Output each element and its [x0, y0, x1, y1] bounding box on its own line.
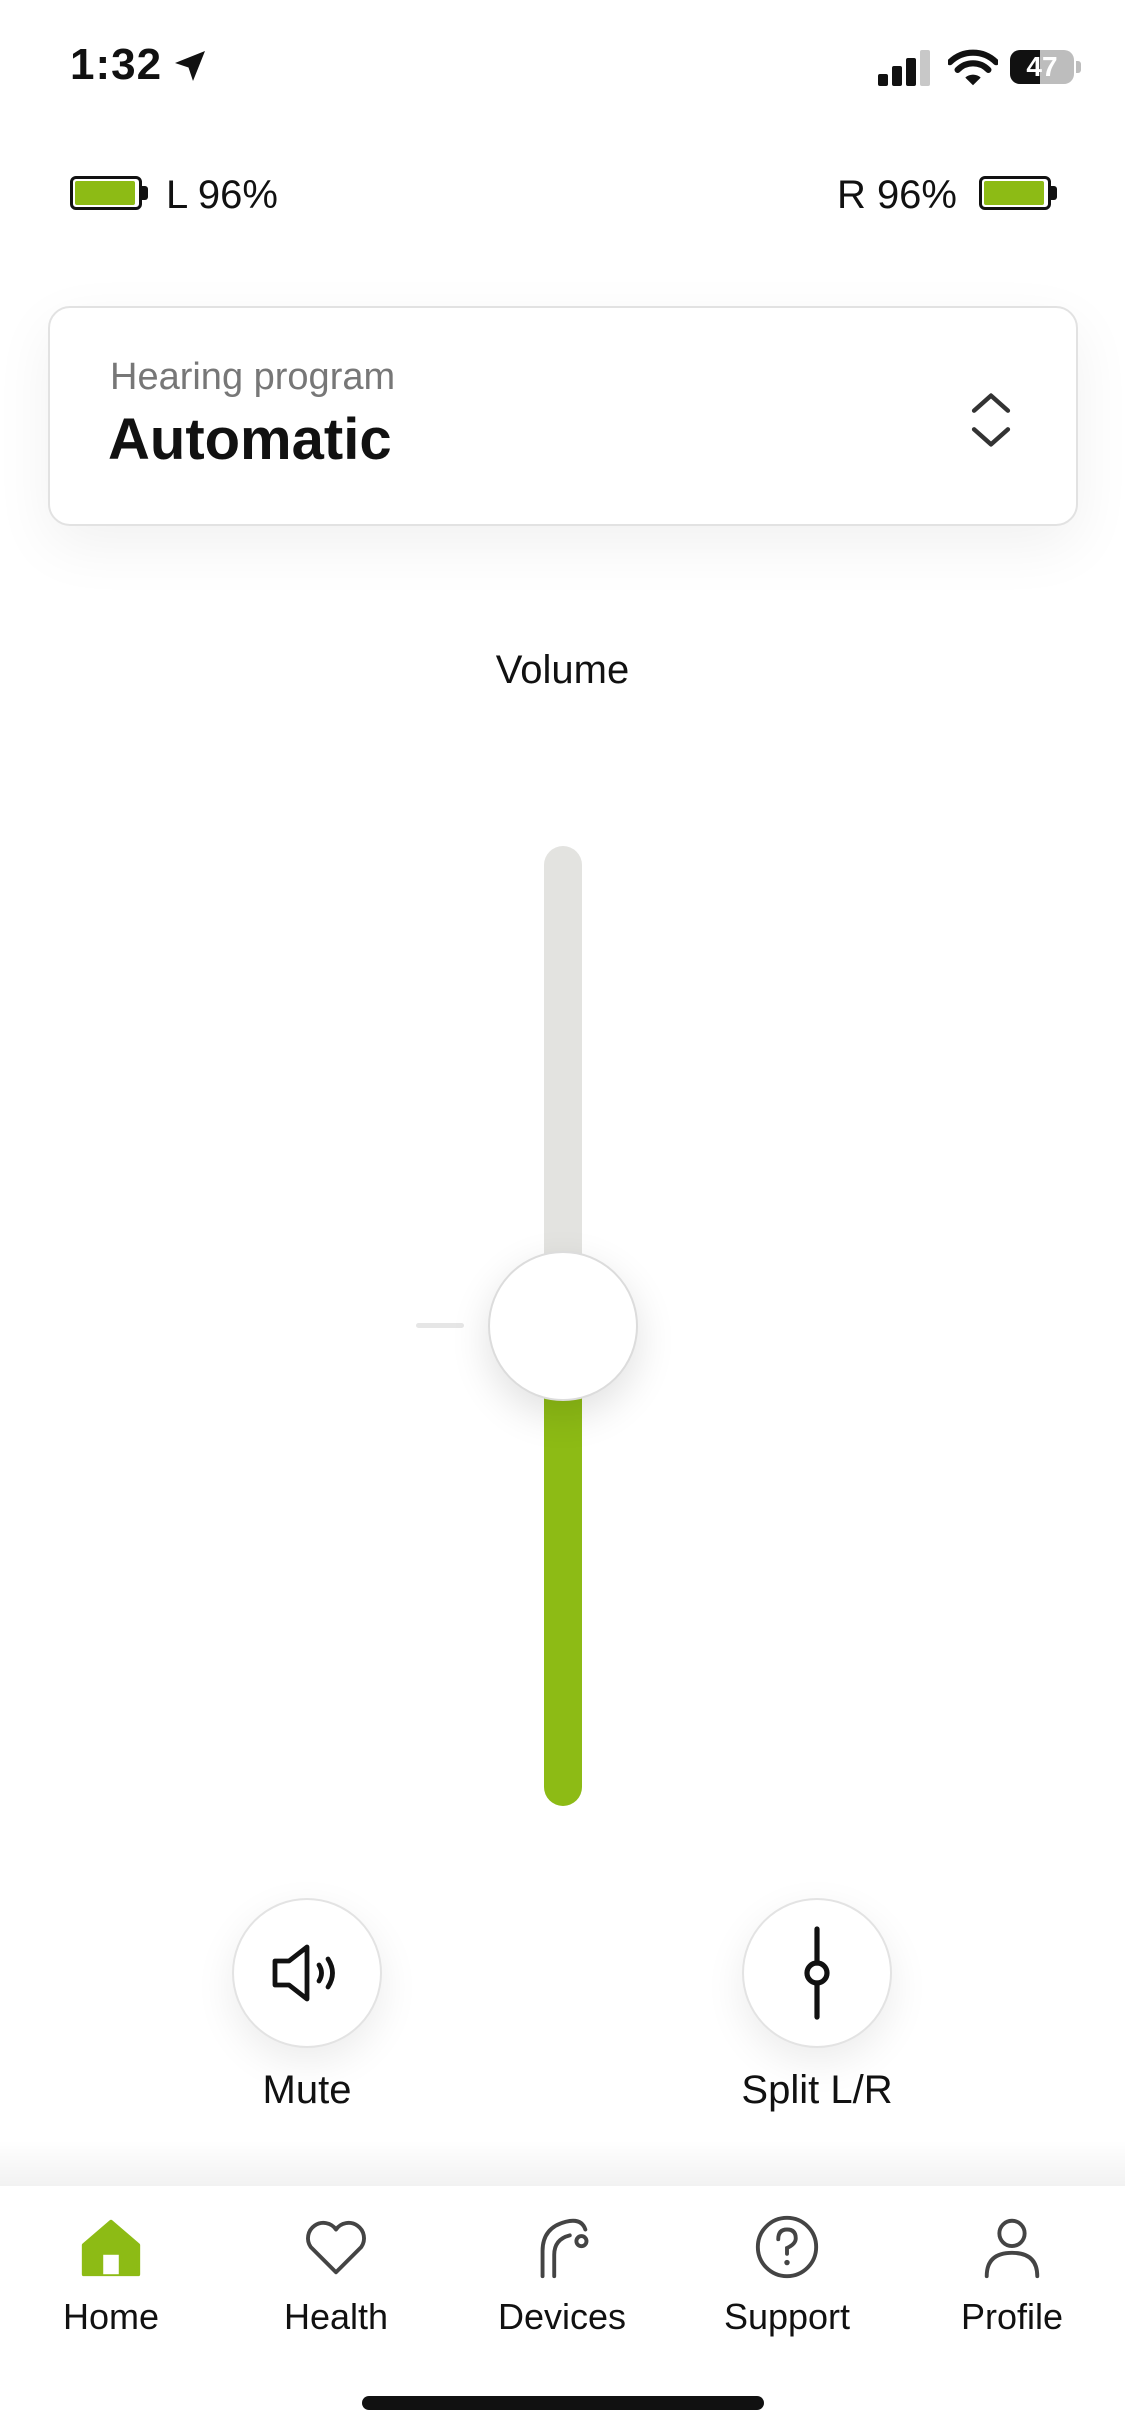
- split-lr-label: Split L/R: [741, 2068, 893, 2112]
- hearing-aid-icon: [540, 2218, 589, 2279]
- heart-icon: [306, 2220, 366, 2275]
- tab-profile[interactable]: Profile: [922, 2212, 1102, 2338]
- person-icon: [984, 2218, 1040, 2279]
- hearing-program-value: Automatic: [108, 407, 392, 472]
- tab-health-label: Health: [283, 2296, 389, 2337]
- left-aid-battery-label: L 96%: [166, 172, 278, 217]
- tab-profile-label: Profile: [960, 2296, 1064, 2337]
- tab-devices[interactable]: Devices: [472, 2212, 652, 2338]
- left-battery-level: [75, 181, 135, 205]
- right-aid-battery-status: R 96%: [837, 172, 1059, 218]
- split-slider-icon: [804, 1926, 830, 2020]
- right-aid-battery-label: R 96%: [836, 172, 957, 217]
- phone-battery-icon: 47: [1010, 50, 1082, 86]
- question-icon: [755, 2215, 819, 2279]
- battery-icon: [979, 176, 1059, 214]
- status-time: 1:32: [70, 40, 163, 89]
- volume-default-marker: [416, 1323, 464, 1328]
- volume-slider-thumb[interactable]: [488, 1251, 638, 1401]
- nav-divider: [0, 2140, 1125, 2186]
- speaker-icon: [272, 1944, 335, 2002]
- split-lr-button[interactable]: [742, 1898, 892, 2048]
- mute-button[interactable]: [232, 1898, 382, 2048]
- tab-home[interactable]: Home: [21, 2212, 201, 2338]
- wifi-icon: [948, 49, 998, 86]
- tab-support[interactable]: Support: [697, 2212, 877, 2338]
- location-arrow-icon: [175, 51, 205, 81]
- tab-support-label: Support: [723, 2296, 851, 2337]
- home-indicator: [362, 2396, 764, 2410]
- battery-icon: [70, 176, 150, 214]
- tab-health[interactable]: Health: [246, 2212, 426, 2338]
- tab-devices-label: Devices: [497, 2296, 627, 2337]
- tab-home-label: Home: [62, 2296, 160, 2337]
- left-aid-battery-status: L 96%: [70, 172, 278, 218]
- right-battery-level: [984, 181, 1044, 205]
- phone-battery-percent: 47: [1026, 51, 1058, 82]
- mute-label: Mute: [262, 2068, 352, 2112]
- hearing-program-selector[interactable]: Hearing program Automatic: [48, 306, 1078, 526]
- cellular-signal-icon: [878, 50, 930, 86]
- chevron-up-down-icon: [971, 393, 1011, 447]
- hearing-program-label: Hearing program: [110, 356, 396, 398]
- home-icon: [81, 2219, 141, 2277]
- volume-title: Volume: [495, 648, 630, 692]
